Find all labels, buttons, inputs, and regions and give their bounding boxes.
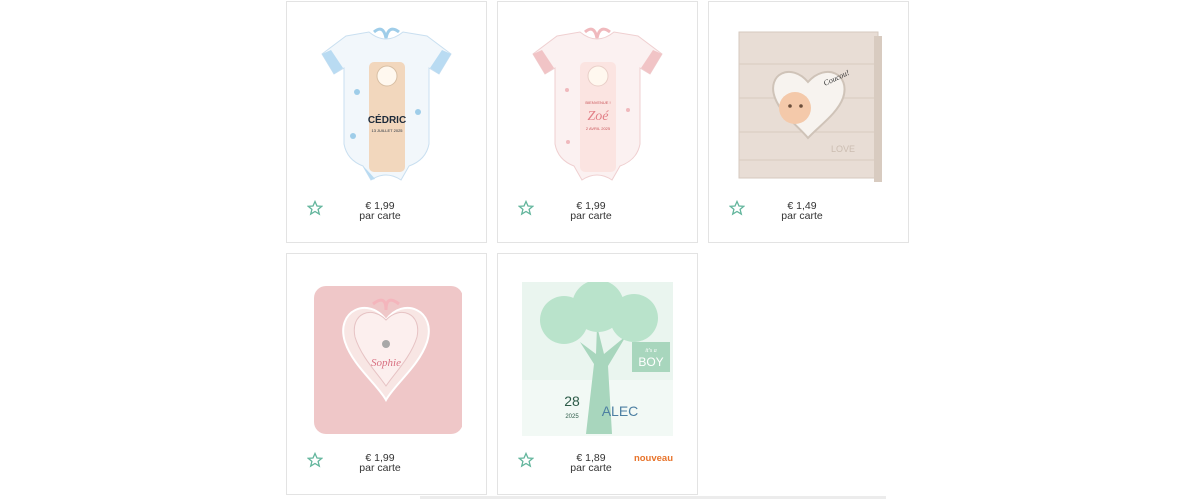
card4-name: Sophie [371,357,401,369]
card1-date: 13 JUILLET 2025 [371,128,403,133]
card5-name: ALEC [602,403,639,419]
price-unit: par carte [359,462,401,474]
card1-name: CÉDRIC [368,113,406,126]
card3-love: LOVE [831,144,855,154]
product-card[interactable]: Coucou! LOVE € 1,49 par carte [708,1,909,243]
green-tree-card-image[interactable]: it's a BOY 28 2025 ALEC [522,282,673,442]
price-unit: par carte [570,210,612,222]
price-text: € 1,49 par carte [769,201,835,222]
card5-year: 2025 [565,414,579,420]
price-text: € 1,99 par carte [347,201,413,222]
star-icon[interactable] [307,452,323,468]
pink-bodysuit-card-image[interactable]: BIENVENUE ! Zoé 2 AVRIL 2025 [522,24,673,184]
card2-date: 2 AVRIL 2025 [586,126,611,131]
bottom-divider [420,496,886,499]
card5-small: it's a [645,348,656,354]
product-card[interactable]: Sophie € 1,99 par carte [286,253,487,495]
blue-bodysuit-card-image[interactable]: CÉDRIC 13 JUILLET 2025 [311,24,462,184]
card2-greeting: BIENVENUE ! [585,100,610,105]
product-card[interactable]: it's a BOY 28 2025 ALEC € 1,89 par carte … [497,253,698,495]
card5-boy: BOY [638,355,663,369]
product-card[interactable]: BIENVENUE ! Zoé 2 AVRIL 2025 € 1,99 par c… [497,1,698,243]
price-unit: par carte [781,210,823,222]
wood-heart-baby-card-image[interactable]: Coucou! LOVE [733,24,884,184]
product-card[interactable]: CÉDRIC 13 JUILLET 2025 € 1,99 par carte [286,1,487,243]
new-badge: nouveau [633,453,673,464]
star-icon[interactable] [518,200,534,216]
star-icon[interactable] [729,200,745,216]
card2-name: Zoé [588,109,610,124]
price-text: € 1,99 par carte [347,453,413,474]
pink-heart-ribbon-card-image[interactable]: Sophie [311,282,462,442]
price-text: € 1,99 par carte [558,201,624,222]
price-unit: par carte [570,462,612,474]
product-grid: CÉDRIC 13 JUILLET 2025 € 1,99 par carte B… [286,1,913,498]
price-unit: par carte [359,210,401,222]
star-icon[interactable] [307,200,323,216]
price-text: € 1,89 par carte [558,453,624,474]
card5-day: 28 [564,393,580,409]
star-icon[interactable] [518,452,534,468]
